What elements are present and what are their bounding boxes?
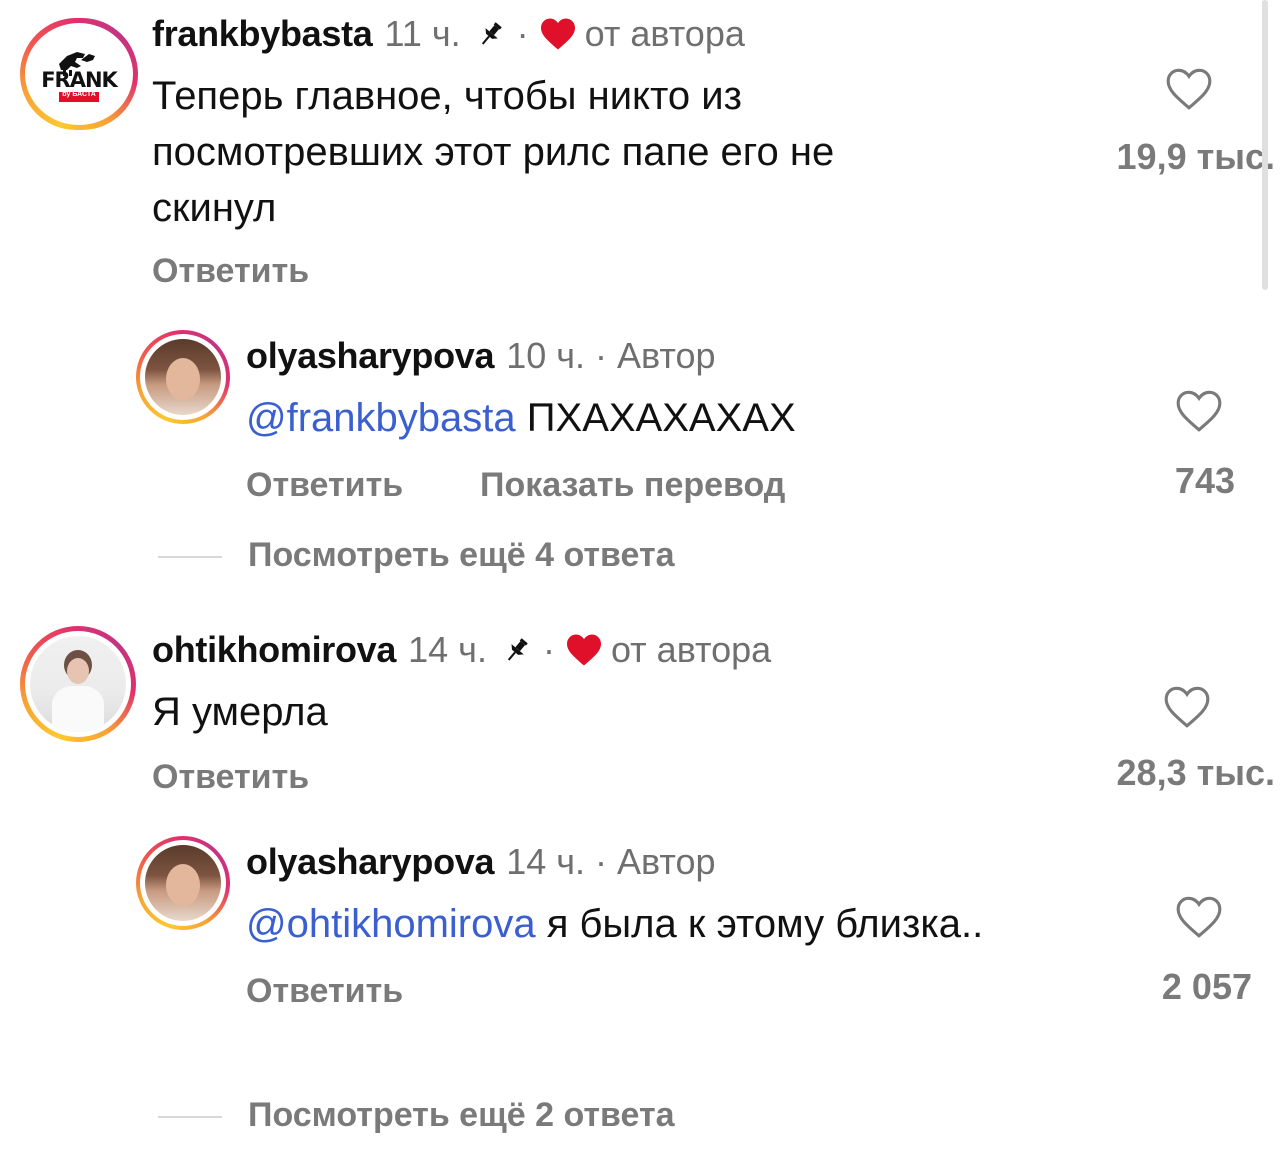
avatar-olyasharypova[interactable] bbox=[136, 836, 230, 930]
red-heart-icon bbox=[565, 633, 603, 667]
reply-button[interactable]: Ответить bbox=[152, 758, 309, 797]
comment-text-line: посмотревших этот рилс папе его не bbox=[152, 130, 835, 174]
pin-icon bbox=[501, 634, 533, 666]
separator-dot: · bbox=[516, 13, 529, 54]
avatar-ring-gap bbox=[140, 334, 226, 420]
red-heart-icon bbox=[539, 17, 577, 51]
like-count: 743 bbox=[1174, 460, 1235, 501]
avatar-frankbybasta[interactable]: FRANK by БАСТА bbox=[20, 18, 138, 130]
reply-username[interactable]: olyasharypova bbox=[246, 841, 495, 883]
view-more-replies-button[interactable]: Посмотреть ещё 4 ответа bbox=[248, 536, 675, 575]
heart-outline-icon[interactable] bbox=[1162, 684, 1212, 730]
replies-divider-line bbox=[158, 556, 222, 558]
heart-outline-icon[interactable] bbox=[1174, 894, 1224, 940]
separator-dot: · bbox=[595, 335, 608, 376]
avatar-olyasharypova[interactable] bbox=[136, 330, 230, 424]
reply-button[interactable]: Ответить bbox=[246, 972, 403, 1011]
comment-time: 11 ч. bbox=[384, 13, 461, 54]
scrollbar[interactable] bbox=[1262, 0, 1268, 290]
comment-text-line: скинул bbox=[152, 186, 277, 230]
comment-text: Я умерла bbox=[152, 690, 328, 734]
author-label: от автора bbox=[584, 13, 745, 54]
avatar-photo bbox=[145, 339, 221, 415]
comment-text: Теперь главное, чтобы никто из посмотрев… bbox=[152, 68, 1032, 236]
comment-username[interactable]: frankbybasta bbox=[152, 13, 373, 55]
reply-text: @ohtikhomirova я была к этому близка.. bbox=[246, 896, 983, 952]
comment-header: frankbybasta 11 ч. · от автора bbox=[152, 12, 745, 56]
comment-text-line: Теперь главное, чтобы никто из bbox=[152, 74, 742, 118]
comment-header: ohtikhomirova 14 ч. · от автора bbox=[152, 628, 771, 672]
separator-dot: · bbox=[542, 629, 555, 670]
pin-icon bbox=[475, 18, 507, 50]
reply-header: olyasharypova 10 ч. · Автор bbox=[246, 334, 716, 378]
logo-text: FRANK bbox=[41, 68, 118, 92]
replies-divider-line bbox=[158, 1116, 222, 1118]
like-count: 2 057 bbox=[1161, 966, 1252, 1007]
show-translation-button[interactable]: Показать перевод bbox=[480, 466, 785, 505]
reply-button[interactable]: Ответить bbox=[246, 466, 403, 505]
reply-text-content: ПХАХАХАХАХ bbox=[526, 396, 796, 440]
reply-time: 14 ч. bbox=[506, 841, 586, 882]
separator-dot: · bbox=[595, 841, 608, 882]
mention-link[interactable]: @ohtikhomirova bbox=[246, 902, 536, 946]
reply-text-content: я была к этому близка.. bbox=[546, 902, 984, 946]
avatar-photo bbox=[30, 636, 126, 732]
author-label: Автор bbox=[617, 335, 716, 376]
frank-logo: FRANK by БАСТА bbox=[31, 28, 127, 120]
reply-time: 10 ч. bbox=[506, 335, 586, 376]
logo-subtext: by БАСТА bbox=[62, 91, 96, 98]
avatar-ohtikhomirova[interactable] bbox=[20, 626, 136, 742]
author-label: Автор bbox=[617, 841, 716, 882]
like-count: 28,3 тыс. bbox=[1116, 752, 1275, 793]
mention-link[interactable]: @frankbybasta bbox=[246, 396, 516, 440]
comment-time: 14 ч. bbox=[408, 629, 487, 670]
avatar-ring-gap bbox=[140, 840, 226, 926]
heart-outline-icon[interactable] bbox=[1174, 388, 1224, 434]
view-more-replies-button[interactable]: Посмотреть ещё 2 ответа bbox=[248, 1096, 675, 1135]
avatar-ring-gap: FRANK by БАСТА bbox=[25, 23, 133, 125]
reply-text: @frankbybasta ПХАХАХАХАХ bbox=[246, 390, 796, 446]
reply-button[interactable]: Ответить bbox=[152, 252, 309, 291]
comment-username[interactable]: ohtikhomirova bbox=[152, 629, 396, 671]
reply-username[interactable]: olyasharypova bbox=[246, 335, 495, 377]
like-count: 19,9 тыс. bbox=[1116, 136, 1275, 177]
avatar-ring-gap bbox=[25, 631, 131, 737]
avatar-photo bbox=[145, 845, 221, 921]
author-label: от автора bbox=[610, 629, 772, 670]
reply-header: olyasharypova 14 ч. · Автор bbox=[246, 840, 716, 884]
heart-outline-icon[interactable] bbox=[1164, 66, 1214, 112]
